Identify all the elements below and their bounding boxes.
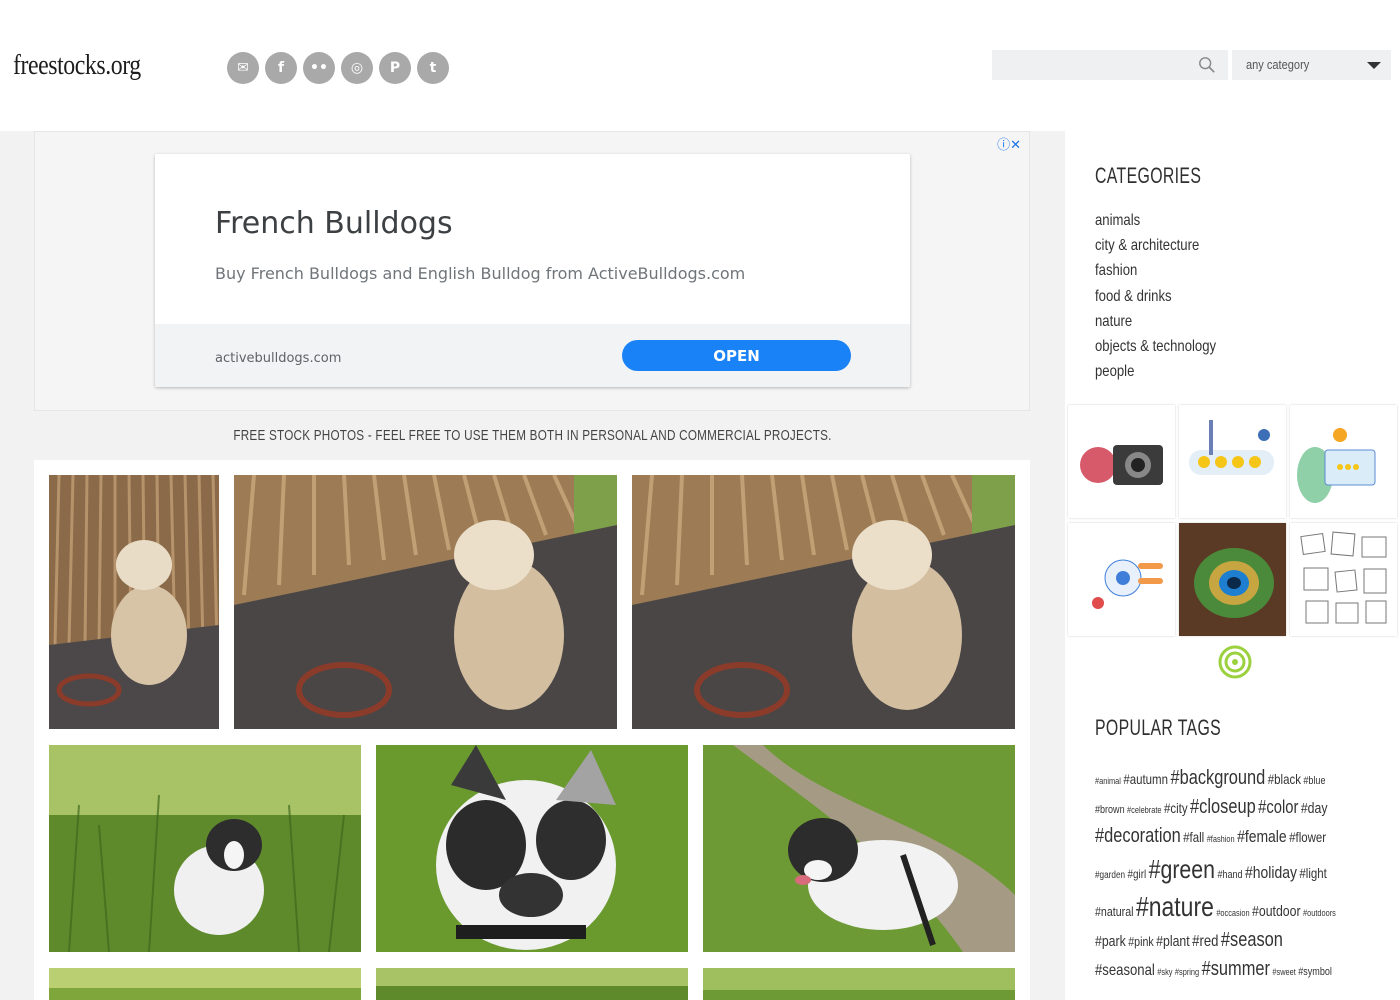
ad-open-button[interactable]: OPEN xyxy=(622,340,851,371)
sidebar: CATEGORIES animals city & architecture f… xyxy=(1065,131,1400,1000)
tag-link[interactable]: #female xyxy=(1237,827,1287,846)
pinterest-icon[interactable]: P xyxy=(379,52,411,84)
categories-heading: CATEGORIES xyxy=(1095,163,1202,188)
photo-thumbnail[interactable] xyxy=(703,968,1015,1000)
tag-link[interactable]: #brown xyxy=(1095,804,1125,816)
site-logo[interactable]: freestocks.org xyxy=(13,50,141,82)
ad-description: Buy French Bulldogs and English Bulldog … xyxy=(215,264,746,283)
tag-line: #natural#nature #occasion #outdoor #outdoor… xyxy=(1095,891,1337,923)
tag-link[interactable]: #closeup xyxy=(1190,796,1256,818)
ad-title[interactable]: French Bulldogs xyxy=(215,206,453,241)
tag-link[interactable]: #garden xyxy=(1095,870,1125,881)
twitter-icon[interactable]: t xyxy=(417,52,449,84)
tag-link[interactable]: #red xyxy=(1192,933,1218,950)
tag-link[interactable]: #girl xyxy=(1128,867,1147,881)
tag-link[interactable]: #day xyxy=(1301,800,1328,817)
photo-thumbnail[interactable] xyxy=(49,968,361,1000)
category-select[interactable]: any category xyxy=(1232,50,1391,80)
flickr-icon[interactable]: •• xyxy=(303,52,335,84)
search-icon[interactable] xyxy=(1198,56,1216,74)
search-input[interactable] xyxy=(992,50,1228,80)
tag-link[interactable]: #spring xyxy=(1175,967,1199,977)
tag-link[interactable]: #flower xyxy=(1289,829,1326,845)
tag-link[interactable]: #natural xyxy=(1095,904,1134,919)
tag-link[interactable]: #pink xyxy=(1128,934,1153,949)
tag-link[interactable]: #fashion xyxy=(1207,834,1235,844)
category-link-food-drinks[interactable]: food & drinks xyxy=(1095,287,1216,312)
category-link-nature[interactable]: nature xyxy=(1095,312,1216,337)
tag-link[interactable]: #celebrate xyxy=(1127,805,1161,815)
photo-gallery xyxy=(34,460,1030,1000)
tag-link[interactable]: #fall xyxy=(1183,829,1204,845)
ad-thumbnail[interactable] xyxy=(1179,405,1286,518)
tagline: FREE STOCK PHOTOS - FEEL FREE TO USE THE… xyxy=(232,427,832,444)
popular-tags-heading: POPULAR TAGS xyxy=(1095,715,1222,740)
ad-thumbnail[interactable] xyxy=(1290,523,1397,636)
tag-link[interactable]: #autumn xyxy=(1123,771,1168,787)
main-content: ⓘ✕ French Bulldogs Buy French Bulldogs a… xyxy=(0,131,1065,1000)
tag-cloud: #animal #autumn #background #black #blue #bro… xyxy=(1095,767,1390,987)
tag-line: #garden #girl#green #hand #holiday #light xyxy=(1095,854,1337,885)
tag-link[interactable]: #outdoors xyxy=(1303,908,1336,918)
sidebar-ad: ⓘ✕ xyxy=(1068,405,1400,685)
tag-link[interactable]: #blue xyxy=(1303,775,1325,787)
tag-link[interactable]: #light xyxy=(1299,865,1326,881)
tag-line: #brown #celebrate #city #closeup #color #day xyxy=(1095,796,1337,819)
tag-link[interactable]: #park xyxy=(1095,933,1126,950)
tag-link[interactable]: #occasion xyxy=(1216,908,1249,918)
tag-link[interactable]: #sweet xyxy=(1272,967,1295,977)
photo-thumbnail[interactable] xyxy=(234,475,617,729)
tag-link[interactable]: #background xyxy=(1170,767,1265,789)
tag-link[interactable]: #season xyxy=(1221,929,1283,951)
tag-link[interactable]: #nature xyxy=(1136,891,1214,922)
ad-thumbnail[interactable] xyxy=(1179,523,1286,636)
tag-line: #decoration #fall #fashion #female #flower xyxy=(1095,825,1337,848)
category-link-city-architecture[interactable]: city & architecture xyxy=(1095,236,1216,261)
site-header: freestocks.org ✉ f •• ◎ P t any category xyxy=(0,0,1400,131)
tag-link[interactable]: #holiday xyxy=(1245,863,1297,882)
tag-line: #park #pink #plant #red #season xyxy=(1095,929,1337,952)
tag-link[interactable]: #symbol xyxy=(1298,966,1332,978)
category-link-objects-technology[interactable]: objects & technology xyxy=(1095,337,1216,362)
photo-thumbnail[interactable] xyxy=(49,475,219,729)
category-link-people[interactable]: people xyxy=(1095,362,1216,387)
tag-link[interactable]: #animal xyxy=(1095,776,1121,786)
category-list: animals city & architecture fashion food… xyxy=(1095,211,1243,387)
facebook-icon[interactable]: f xyxy=(265,52,297,84)
ad-thumbnail[interactable] xyxy=(1068,523,1175,636)
category-select-value: any category xyxy=(1246,57,1310,72)
tag-link[interactable]: #hand xyxy=(1217,869,1242,881)
ad-footer: activebulldogs.com OPEN xyxy=(155,324,910,387)
tag-link[interactable]: #city xyxy=(1164,800,1188,816)
photo-thumbnail[interactable] xyxy=(49,745,361,952)
email-icon[interactable]: ✉ xyxy=(227,52,259,84)
tag-link[interactable]: #outdoor xyxy=(1252,903,1301,920)
tag-link[interactable]: #seasonal xyxy=(1095,962,1155,979)
ad-thumbnail[interactable] xyxy=(1290,405,1397,518)
tag-link[interactable]: #color xyxy=(1258,797,1298,817)
tag-link[interactable]: #plant xyxy=(1156,933,1190,950)
category-link-fashion[interactable]: fashion xyxy=(1095,261,1216,286)
photo-thumbnail[interactable] xyxy=(376,968,688,1000)
tag-line: #animal #autumn #background #black #blue xyxy=(1095,767,1337,790)
ad-card[interactable]: French Bulldogs Buy French Bulldogs and … xyxy=(155,154,910,387)
chevron-down-icon xyxy=(1367,62,1381,69)
ad-logo-icon[interactable] xyxy=(1218,645,1252,679)
photo-thumbnail[interactable] xyxy=(376,745,688,952)
social-links: ✉ f •• ◎ P t xyxy=(227,52,449,84)
ad-banner: ⓘ✕ French Bulldogs Buy French Bulldogs a… xyxy=(34,131,1030,411)
category-link-animals[interactable]: animals xyxy=(1095,211,1216,236)
photo-thumbnail[interactable] xyxy=(632,475,1015,729)
ad-thumbnail[interactable] xyxy=(1068,405,1175,518)
tag-link[interactable]: #black xyxy=(1268,771,1301,787)
ad-close-icon[interactable]: ⓘ✕ xyxy=(997,134,1021,153)
photo-thumbnail[interactable] xyxy=(703,745,1015,952)
instagram-icon[interactable]: ◎ xyxy=(341,52,373,84)
ad-domain: activebulldogs.com xyxy=(215,351,342,366)
tag-line: #seasonal #sky #spring #summer #sweet #symbol xyxy=(1095,958,1337,981)
tag-link[interactable]: #sky xyxy=(1157,967,1172,977)
tag-link[interactable]: #green xyxy=(1149,854,1215,884)
tag-link[interactable]: #summer xyxy=(1202,958,1270,980)
tag-link[interactable]: #decoration xyxy=(1095,825,1181,847)
